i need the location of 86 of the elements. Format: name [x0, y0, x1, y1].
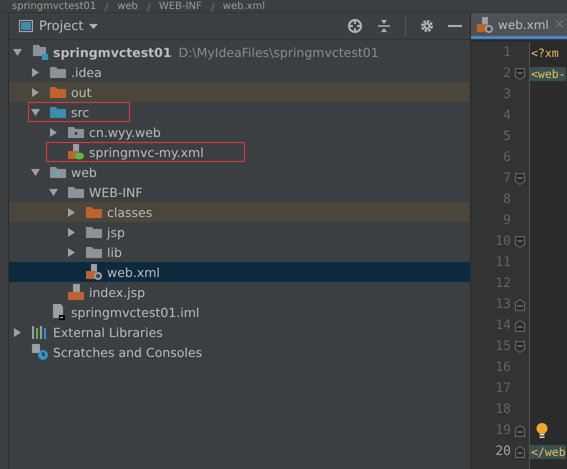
expanded-arrow-icon[interactable] — [31, 168, 40, 176]
tree-row[interactable]: springmvctest01 D:\MyIdeaFiles\springmvctest01 — [9, 42, 470, 62]
tree-row[interactable]: Scratches and Consoles — [9, 342, 470, 362]
collapsed-arrow-icon[interactable] — [31, 68, 40, 76]
tree-row[interactable]: src — [9, 102, 470, 122]
tree-row[interactable]: springmvctest01.iml — [9, 302, 470, 322]
tree-item-label: Scratches and Consoles — [53, 344, 202, 360]
tree-item-label: src — [71, 104, 90, 120]
collapsed-arrow-icon[interactable] — [13, 328, 22, 336]
collapsed-arrow-icon[interactable] — [67, 208, 76, 216]
module-file-icon — [50, 304, 66, 320]
tree-item-label: index.jsp — [89, 284, 146, 300]
tree-row[interactable]: cn.wyy.web — [9, 122, 470, 142]
jsp-file-icon — [68, 284, 84, 300]
tree-item-label: springmvctest01.iml — [71, 304, 200, 320]
tree-row[interactable]: jsp — [9, 222, 470, 242]
tree-row[interactable]: web.xml — [9, 262, 470, 282]
fold-marker-icon[interactable] — [515, 68, 525, 80]
package-icon — [68, 125, 84, 139]
tree-row[interactable]: index.jsp — [9, 282, 470, 302]
lightbulb-icon[interactable] — [536, 423, 548, 438]
tree-row[interactable]: .idea — [9, 62, 470, 82]
tree-item-label: External Libraries — [53, 324, 163, 340]
dropdown-arrow-icon — [89, 24, 98, 28]
minimize-icon[interactable] — [448, 24, 462, 28]
collapsed-arrow-icon[interactable] — [67, 248, 76, 256]
fold-marker-icon[interactable] — [515, 172, 525, 184]
breadcrumb-item[interactable]: WEB-INF — [158, 1, 202, 12]
tree-item-label: jsp — [107, 224, 125, 240]
xml-file-icon — [86, 264, 102, 280]
collapsed-arrow-icon[interactable] — [49, 128, 58, 136]
tree-row[interactable]: External Libraries — [9, 322, 470, 342]
fold-marker-icon[interactable] — [515, 424, 525, 436]
tree-item-label: out — [71, 84, 92, 100]
tree-item-label: web — [71, 164, 97, 180]
code-text: <?xm — [530, 46, 559, 60]
folder-icon — [86, 225, 102, 239]
tree-row[interactable]: WEB-INF — [9, 182, 470, 202]
tree-item-label: springmvc-my.xml — [89, 144, 204, 160]
folder-icon — [68, 185, 84, 199]
project-path: D:\MyIdeaFiles\springmvctest01 — [178, 44, 379, 60]
breadcrumb-item[interactable]: web — [117, 1, 138, 12]
fold-marker-icon[interactable] — [515, 298, 525, 310]
folder-icon — [86, 245, 102, 259]
tree-item-label: lib — [107, 244, 122, 260]
folder-icon — [50, 85, 66, 99]
tree-item-label: .idea — [71, 64, 102, 80]
tree-item-label: cn.wyy.web — [89, 124, 161, 140]
fold-marker-icon[interactable] — [515, 320, 525, 332]
web-folder-icon — [50, 165, 66, 179]
locate-icon[interactable] — [347, 18, 363, 34]
library-icon — [32, 325, 48, 339]
breadcrumb-item[interactable]: web.xml — [222, 1, 266, 12]
xml-file-icon — [477, 16, 493, 32]
code-text: </web — [530, 444, 566, 458]
collapsed-arrow-icon[interactable] — [67, 228, 76, 236]
expanded-arrow-icon[interactable] — [31, 108, 40, 116]
tree-item-label: classes — [107, 204, 152, 220]
tree-row[interactable]: springmvc-my.xml — [9, 142, 470, 162]
module-folder-icon — [32, 44, 48, 60]
xml-file-icon — [68, 144, 84, 160]
tree-row[interactable]: web — [9, 162, 470, 182]
line-number: 20 — [494, 444, 511, 459]
tree-item-label: springmvctest01 — [53, 44, 172, 60]
folder-icon — [50, 105, 66, 119]
breadcrumb-item[interactable]: springmvctest01 — [12, 1, 96, 12]
collapsed-arrow-icon[interactable] — [31, 88, 40, 96]
tree-item-label: WEB-INF — [89, 184, 143, 200]
fold-marker-icon[interactable] — [515, 236, 525, 248]
fold-marker-icon[interactable] — [515, 446, 525, 458]
folder-icon — [50, 65, 66, 79]
folder-icon — [86, 205, 102, 219]
expanded-arrow-icon[interactable] — [49, 188, 58, 196]
panel-icon — [19, 20, 33, 32]
tree-row[interactable]: out — [9, 82, 470, 102]
scratch-clock-icon — [32, 344, 48, 360]
tree-row[interactable]: lib — [9, 242, 470, 262]
settings-icon[interactable] — [420, 19, 434, 33]
expanded-arrow-icon[interactable] — [13, 48, 22, 56]
code-text: <web- — [530, 66, 566, 80]
project-view-dropdown[interactable]: Project — [17, 16, 100, 36]
editor-tab[interactable]: web.xml × — [471, 13, 567, 39]
tree-row[interactable]: classes — [9, 202, 470, 222]
collapse-all-icon[interactable] — [377, 19, 391, 33]
tree-item-label: web.xml — [107, 264, 160, 280]
fold-marker-icon[interactable] — [515, 340, 525, 352]
